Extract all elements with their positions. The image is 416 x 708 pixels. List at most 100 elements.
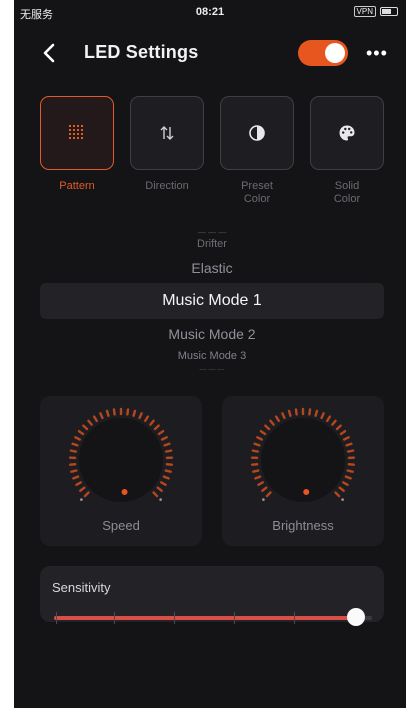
dial-tick — [308, 408, 312, 416]
dial-tick — [257, 481, 265, 487]
dial-tick — [82, 424, 89, 431]
slider-fill — [54, 616, 357, 620]
mode-pattern-label: Pattern — [59, 180, 95, 192]
vpn-badge: VPN — [353, 6, 376, 17]
picker-item[interactable]: Music Mode 2 — [40, 326, 384, 342]
app-screen: 无服务 08:21 VPN LED Settings ••• Pattern D… — [14, 0, 406, 708]
power-toggle[interactable] — [298, 40, 348, 66]
dial-tick — [70, 469, 78, 473]
picker-item[interactable]: Elastic — [40, 260, 384, 276]
dial-tick — [165, 449, 173, 453]
dial-tick — [72, 475, 80, 480]
mode-selector: Pattern Direction Preset Color Solid Col… — [40, 96, 386, 216]
sensitivity-card: Sensitivity — [40, 566, 384, 626]
dial-indicator — [121, 489, 128, 495]
dial-tick — [344, 475, 352, 480]
mode-solid-color-label: Solid Color — [333, 180, 361, 205]
dial-tick — [105, 409, 110, 417]
dial-tick — [259, 429, 267, 436]
dial-tick — [326, 415, 332, 423]
brightness-knob[interactable]: Brightness — [222, 396, 384, 546]
dial-tick — [320, 412, 325, 420]
dial-tick — [251, 449, 259, 453]
status-icons: VPN — [353, 6, 398, 17]
dial-tick — [74, 436, 82, 441]
dial-tick — [75, 481, 83, 487]
dial-tick — [144, 415, 150, 423]
picker-item-faded-top: — — — — [197, 228, 227, 237]
dial-tick — [281, 412, 286, 420]
dial-face — [79, 418, 163, 502]
dial-tick — [163, 442, 171, 447]
slider-thumb[interactable] — [347, 608, 366, 626]
mode-direction-button[interactable]: Direction — [130, 96, 204, 193]
status-bar: 无服务 08:21 VPN — [14, 0, 406, 26]
dial-end-marker — [341, 498, 344, 501]
sensitivity-slider[interactable] — [54, 608, 372, 626]
picker-selected-item[interactable]: Music Mode 1 — [40, 283, 384, 319]
dial-tick — [87, 419, 93, 426]
mode-preset-color-label: Preset Color — [241, 180, 273, 205]
speed-knob[interactable]: Speed — [40, 396, 202, 546]
dial-tick — [346, 469, 354, 473]
dial-tick — [342, 436, 350, 441]
back-arrow-icon[interactable] — [40, 42, 58, 64]
dial-tick — [69, 449, 77, 453]
slider-tick — [174, 612, 175, 624]
dial-tick — [132, 409, 137, 417]
dial-face — [261, 418, 345, 502]
slider-tick — [56, 612, 57, 624]
dial-tick — [156, 486, 163, 492]
toggle-knob — [325, 43, 345, 63]
more-options-icon[interactable]: ••• — [366, 43, 388, 64]
dial-end-marker — [262, 498, 265, 501]
picker-item[interactable]: Drifter — [40, 238, 384, 250]
slider-tick — [234, 612, 235, 624]
direction-arrows-icon — [160, 126, 174, 140]
slider-tick — [114, 612, 115, 624]
pattern-picker[interactable]: — — — Drifter Elastic Music Mode 1 Music… — [40, 226, 384, 376]
dial-tick — [164, 469, 172, 473]
half-circle-icon — [249, 125, 265, 141]
pattern-grid-icon — [69, 125, 83, 139]
dial-tick — [256, 436, 264, 441]
dial-tick — [138, 412, 143, 420]
dial-end-marker — [80, 498, 83, 501]
dial-tick — [334, 491, 341, 498]
dial-tick — [92, 415, 98, 423]
dial-tick — [331, 419, 337, 426]
picker-item[interactable]: Music Mode 3 — [40, 350, 384, 362]
page-title: LED Settings — [84, 42, 199, 62]
dial-tick — [265, 491, 272, 498]
dial-end-marker — [159, 498, 162, 501]
dial-tick — [341, 481, 349, 487]
dial-tick — [149, 419, 155, 426]
dial-tick — [287, 409, 292, 417]
dial-tick — [252, 469, 260, 473]
dial-tick — [314, 409, 319, 417]
dial-tick — [338, 486, 345, 492]
dial-tick — [71, 442, 79, 447]
palette-icon — [339, 125, 355, 141]
dial-tick — [254, 475, 262, 480]
dial-indicator — [303, 489, 310, 495]
dial-tick — [264, 424, 271, 431]
dial-tick — [294, 408, 298, 416]
dial-tick — [83, 491, 90, 498]
brightness-label: Brightness — [272, 518, 334, 533]
dial-tick — [112, 408, 116, 416]
dial-tick — [79, 486, 86, 492]
dial-tick — [99, 412, 104, 420]
dial-tick — [261, 486, 268, 492]
status-time: 08:21 — [195, 6, 225, 18]
dial-tick — [274, 415, 280, 423]
dial-tick — [162, 475, 170, 480]
battery-icon — [380, 7, 398, 16]
mode-preset-color-button[interactable]: Preset Color — [220, 96, 294, 206]
mode-pattern-button[interactable]: Pattern — [40, 96, 114, 193]
dial-tick — [160, 436, 168, 441]
sensitivity-label: Sensitivity — [52, 580, 111, 595]
dial-tick — [339, 429, 347, 436]
speed-label: Speed — [102, 518, 140, 533]
mode-solid-color-button[interactable]: Solid Color — [310, 96, 384, 206]
